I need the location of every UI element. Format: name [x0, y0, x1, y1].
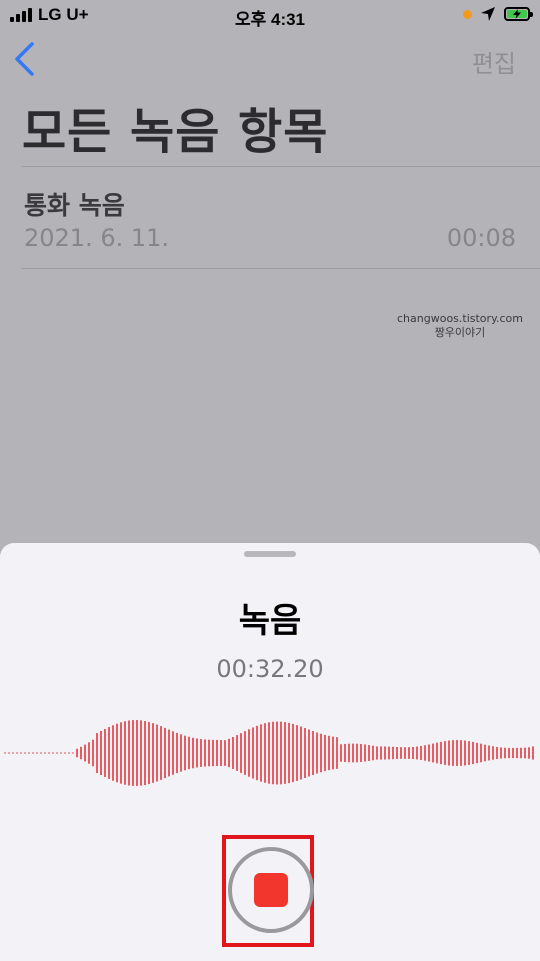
recording-date: 2021. 6. 11. [24, 224, 170, 252]
back-button[interactable] [12, 40, 42, 80]
stop-recording-button[interactable] [228, 847, 314, 933]
recording-sheet: 녹음 00:32.20 [0, 543, 540, 961]
watermark: changwoos.tistory.com 짱우이야기 [380, 312, 540, 340]
status-bar: LG U+ 오후 4:31 [0, 0, 540, 32]
location-arrow-icon [481, 7, 495, 21]
microphone-indicator-icon [463, 9, 472, 19]
recording-title: 녹음 [238, 601, 302, 641]
battery-icon [504, 7, 533, 21]
charging-bolt-icon [513, 9, 521, 19]
status-time: 오후 4:31 [234, 10, 306, 29]
recording-list-item[interactable]: 통화 녹음 2021. 6. 11. 00:08 [22, 168, 516, 268]
divider [22, 268, 540, 269]
page-title: 모든 녹음 항목 [22, 104, 329, 160]
waveform [4, 720, 534, 786]
watermark-url: changwoos.tistory.com [397, 312, 523, 325]
sheet-grabber[interactable] [244, 551, 296, 557]
recording-title: 통화 녹음 [24, 191, 125, 220]
divider [22, 166, 540, 167]
watermark-name: 짱우이야기 [434, 326, 486, 339]
status-right [463, 6, 533, 22]
stop-icon [254, 873, 288, 907]
recording-timer: 00:32.20 [216, 655, 324, 683]
edit-button[interactable]: 편집 [472, 44, 516, 79]
recording-duration: 00:08 [446, 224, 516, 252]
chevron-left-icon [15, 42, 34, 76]
